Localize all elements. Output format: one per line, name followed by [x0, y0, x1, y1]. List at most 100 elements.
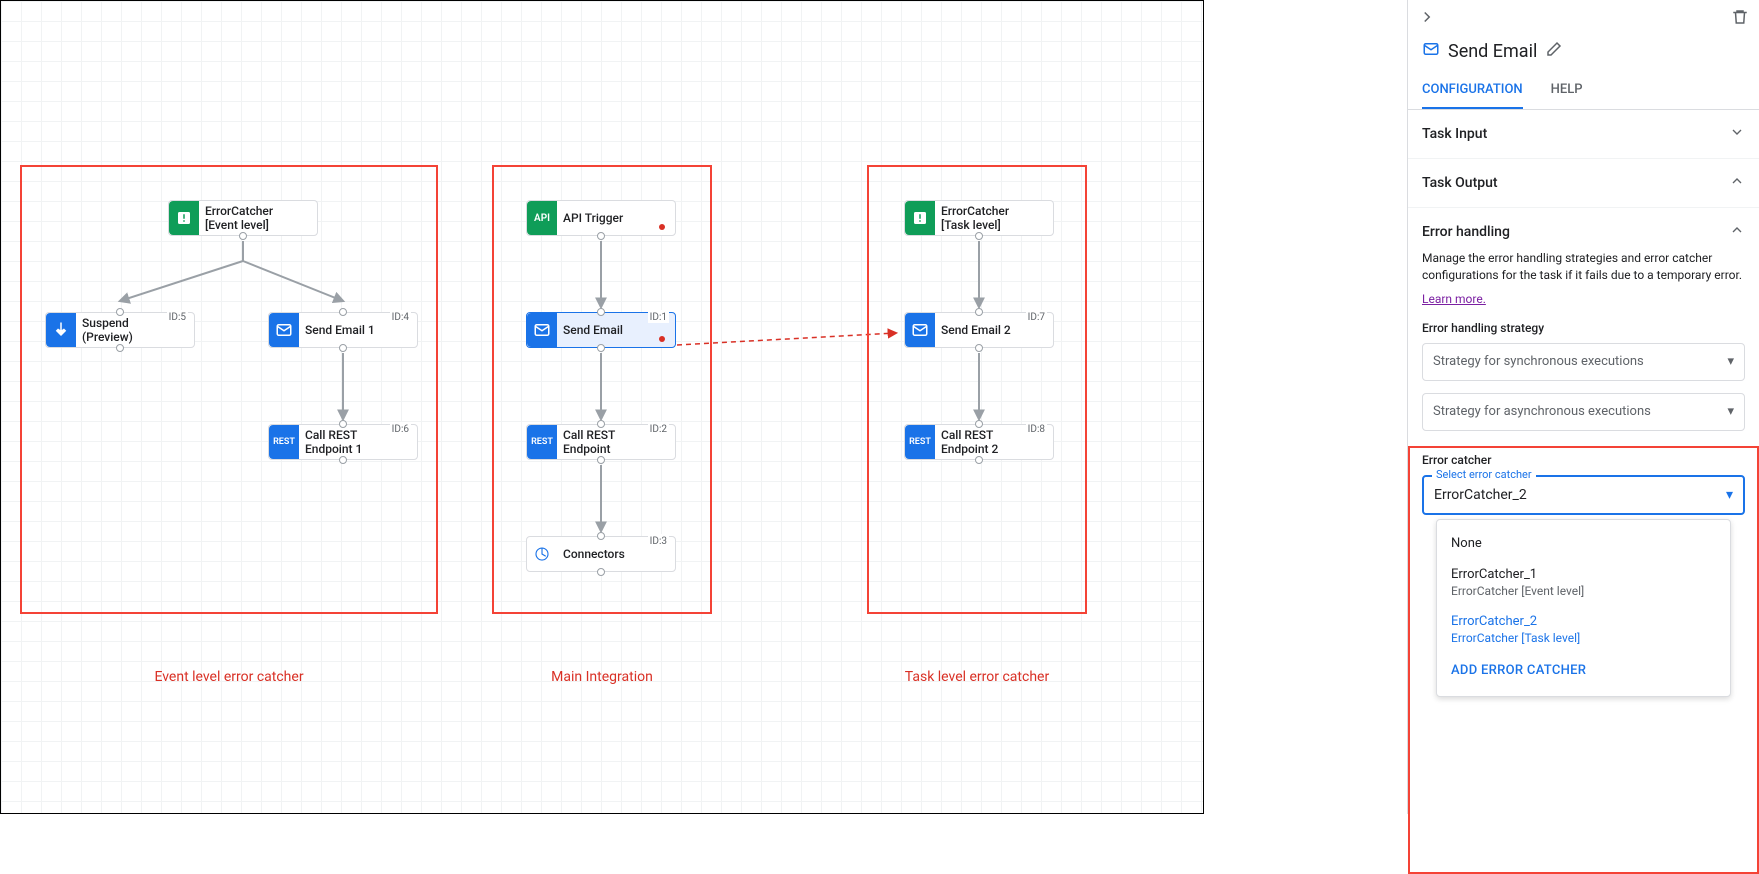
port[interactable] — [975, 420, 983, 428]
mail-icon — [269, 313, 299, 347]
node-label-line2: Endpoint 1 — [305, 442, 417, 456]
mail-icon — [905, 313, 935, 347]
port[interactable] — [975, 456, 983, 464]
port[interactable] — [116, 344, 124, 352]
sync-strategy-select[interactable]: Strategy for synchronous executions ▾ — [1422, 343, 1745, 381]
port[interactable] — [597, 532, 605, 540]
node-id: ID:8 — [1026, 422, 1047, 435]
port[interactable] — [116, 308, 124, 316]
error-indicator-dot — [659, 224, 665, 230]
node-callrest-1[interactable]: ID:6 REST Call REST Endpoint 1 — [268, 424, 418, 460]
node-label-line1: ErrorCatcher — [941, 204, 1053, 218]
port[interactable] — [339, 456, 347, 464]
port[interactable] — [597, 456, 605, 464]
node-label-line2: Endpoint — [563, 442, 675, 456]
section-error-handling-header[interactable]: Error handling — [1422, 222, 1745, 242]
error-catcher-legend: Select error catcher — [1432, 468, 1536, 481]
port[interactable] — [597, 420, 605, 428]
hand-icon — [46, 313, 76, 347]
caret-down-icon: ▾ — [1726, 487, 1733, 503]
error-catcher-dropdown: None ErrorCatcher_1 ErrorCatcher [Event … — [1436, 519, 1731, 697]
node-errorcatcher-event[interactable]: ErrorCatcher [Event level] — [168, 200, 318, 236]
section-error-handling: Error handling Manage the error handling… — [1408, 208, 1759, 814]
error-catcher-select[interactable]: Select error catcher ErrorCatcher_2 ▾ — [1422, 475, 1745, 515]
error-indicator-dot — [659, 336, 665, 342]
node-id: ID:6 — [390, 422, 411, 435]
chevron-up-icon — [1729, 173, 1745, 193]
item-main: ErrorCatcher_1 — [1451, 567, 1716, 582]
collapse-panel-button[interactable] — [1418, 8, 1436, 26]
group-task-level-label: Task level error catcher — [867, 669, 1087, 685]
section-task-input[interactable]: Task Input — [1408, 110, 1759, 159]
dropdown-item-none[interactable]: None — [1437, 528, 1730, 559]
caret-down-icon: ▾ — [1727, 404, 1734, 419]
node-callrest[interactable]: ID:2 REST Call REST Endpoint — [526, 424, 676, 460]
mail-icon — [527, 313, 557, 347]
node-suspend[interactable]: ID:5 Suspend (Preview) — [45, 312, 195, 348]
port[interactable] — [975, 232, 983, 240]
group-event-level-label: Event level error catcher — [20, 669, 438, 685]
learn-more-link[interactable]: Learn more. — [1422, 292, 1486, 306]
error-catcher-label: Error catcher — [1422, 453, 1745, 467]
error-icon — [905, 201, 935, 235]
node-sendemail-2[interactable]: ID:7 Send Email 2 — [904, 312, 1054, 348]
port[interactable] — [597, 308, 605, 316]
api-icon: API — [527, 201, 557, 235]
add-error-catcher-button[interactable]: ADD ERROR CATCHER — [1437, 653, 1730, 688]
edit-icon[interactable] — [1545, 40, 1563, 62]
section-task-output[interactable]: Task Output — [1408, 159, 1759, 208]
dropdown-item-errorcatcher-1[interactable]: ErrorCatcher_1 ErrorCatcher [Event level… — [1437, 559, 1730, 606]
rest-icon: REST — [527, 425, 557, 459]
item-sub: ErrorCatcher [Event level] — [1451, 584, 1716, 598]
section-title: Task Output — [1422, 175, 1498, 191]
port[interactable] — [597, 568, 605, 576]
rest-icon: REST — [269, 425, 299, 459]
async-strategy-placeholder: Strategy for asynchronous executions — [1433, 404, 1651, 419]
port[interactable] — [339, 344, 347, 352]
node-callrest-2[interactable]: ID:8 REST Call REST Endpoint 2 — [904, 424, 1054, 460]
node-id: ID:7 — [1026, 310, 1047, 323]
node-errorcatcher-task[interactable]: ErrorCatcher [Task level] — [904, 200, 1054, 236]
port[interactable] — [339, 308, 347, 316]
connectors-icon — [527, 537, 557, 571]
integration-canvas[interactable]: Event level error catcher Main Integrati… — [0, 0, 1204, 814]
delete-button[interactable] — [1731, 8, 1749, 26]
node-id: ID:5 — [167, 310, 188, 323]
node-label: Connectors — [557, 547, 675, 561]
port[interactable] — [597, 232, 605, 240]
node-connectors[interactable]: ID:3 Connectors — [526, 536, 676, 572]
tab-configuration[interactable]: CONFIGURATION — [1422, 72, 1523, 109]
dropdown-item-errorcatcher-2[interactable]: ErrorCatcher_2 ErrorCatcher [Task level] — [1437, 606, 1730, 653]
tab-help[interactable]: HELP — [1551, 72, 1583, 109]
item-main: ErrorCatcher_2 — [1451, 614, 1716, 629]
node-id: ID:1 — [648, 310, 669, 323]
node-label: Send Email — [557, 323, 675, 337]
node-sendemail[interactable]: ID:1 Send Email — [526, 312, 676, 348]
async-strategy-select[interactable]: Strategy for asynchronous executions ▾ — [1422, 393, 1745, 431]
node-label-line2: (Preview) — [82, 330, 194, 344]
port[interactable] — [975, 308, 983, 316]
caret-down-icon: ▾ — [1727, 354, 1734, 369]
port[interactable] — [975, 344, 983, 352]
port[interactable] — [339, 420, 347, 428]
panel-tabs: CONFIGURATION HELP — [1408, 72, 1759, 110]
chevron-down-icon — [1729, 124, 1745, 144]
node-sendemail-1[interactable]: ID:4 Send Email 1 — [268, 312, 418, 348]
chevron-up-icon — [1729, 222, 1745, 242]
node-id: ID:3 — [648, 534, 669, 547]
error-icon — [169, 201, 199, 235]
node-label-line2: [Task level] — [941, 218, 1053, 232]
node-label: Send Email 2 — [935, 323, 1053, 337]
port[interactable] — [239, 232, 247, 240]
rest-icon: REST — [905, 425, 935, 459]
node-id: ID:2 — [648, 422, 669, 435]
error-catcher-value: ErrorCatcher_2 — [1434, 487, 1527, 503]
node-api-trigger[interactable]: API API Trigger — [526, 200, 676, 236]
group-main-integration-label: Main Integration — [492, 669, 712, 685]
node-label: API Trigger — [557, 211, 675, 225]
node-label-line1: ErrorCatcher — [205, 204, 317, 218]
node-label: Send Email 1 — [299, 323, 417, 337]
node-label-line2: [Event level] — [205, 218, 317, 232]
port[interactable] — [597, 344, 605, 352]
item-main: None — [1451, 536, 1716, 551]
